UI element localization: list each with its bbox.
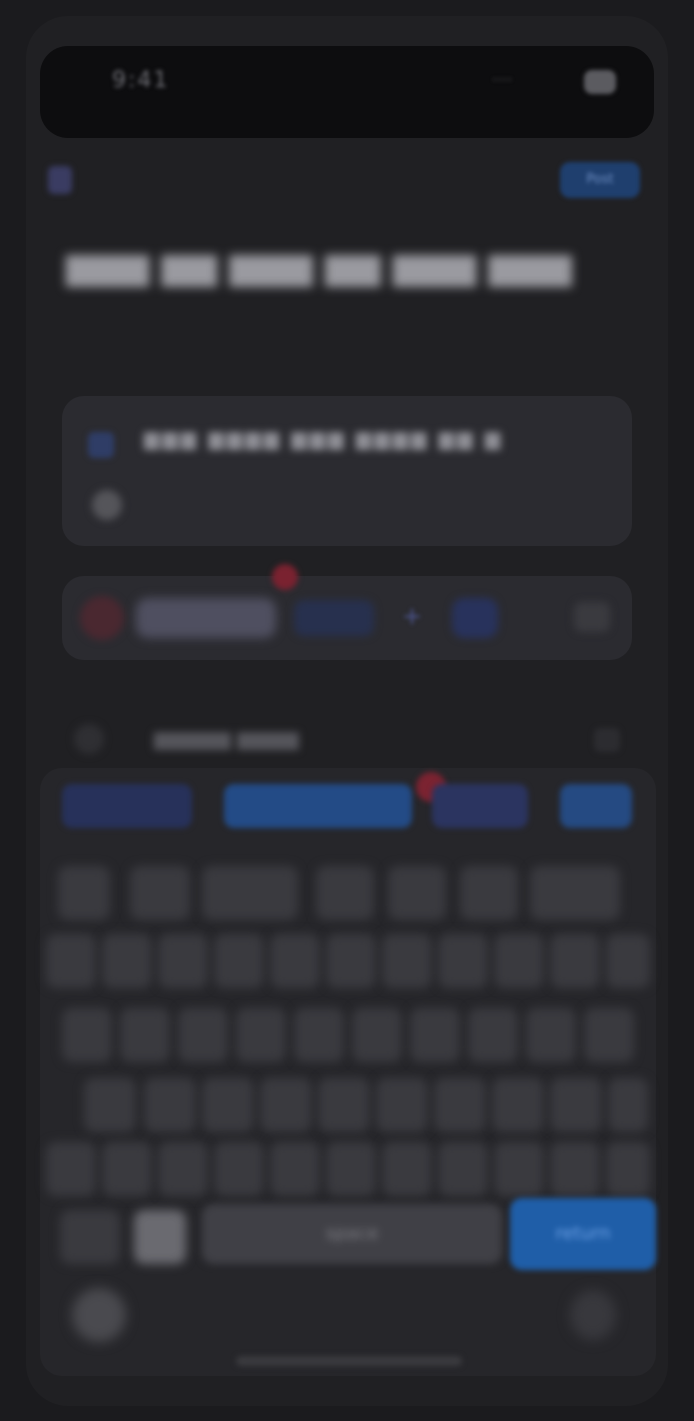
key[interactable] — [584, 1008, 634, 1062]
suggestion-text: ▆▆▆▆▆ ▆▆▆▆ — [154, 726, 299, 750]
key[interactable] — [202, 1078, 254, 1132]
key[interactable] — [46, 934, 96, 988]
media-chip[interactable] — [136, 598, 276, 638]
key[interactable] — [550, 1142, 600, 1196]
key[interactable] — [468, 1008, 518, 1062]
key[interactable] — [316, 866, 374, 920]
phone-screen: 9:41 ···· Post ▆▆▆ ▆▆ ▆▆▆ ▆▆ ▆▆▆ ▆▆▆ ▆▆▆… — [26, 16, 668, 1406]
key[interactable] — [352, 1008, 402, 1062]
key[interactable] — [158, 934, 208, 988]
prediction-2[interactable] — [224, 784, 412, 828]
sparkle-icon[interactable] — [92, 490, 122, 520]
compose-card[interactable]: ▆▆▆ ▆▆▆▆ ▆▆▆ ▆▆▆▆ ▆▆ ▆ — [62, 396, 632, 546]
key[interactable] — [526, 1008, 576, 1062]
microphone-icon[interactable] — [570, 1290, 616, 1340]
home-indicator — [236, 1356, 462, 1366]
page-title: ▆▆▆ ▆▆ ▆▆▆ ▆▆ ▆▆▆ ▆▆▆ — [66, 246, 572, 287]
key[interactable] — [58, 866, 110, 920]
key[interactable] — [492, 1078, 544, 1132]
key[interactable] — [158, 1142, 208, 1196]
on-screen-keyboard: space return — [40, 768, 656, 1376]
key[interactable] — [326, 934, 376, 988]
prediction-4[interactable] — [560, 784, 632, 828]
text-icon — [88, 432, 114, 458]
back-icon[interactable] — [48, 166, 72, 194]
key[interactable] — [84, 1078, 136, 1132]
location-icon[interactable] — [452, 598, 498, 638]
backspace-key[interactable] — [606, 1142, 650, 1196]
globe-icon[interactable] — [72, 1288, 126, 1342]
status-time: 9:41 — [112, 68, 170, 93]
record-icon[interactable] — [80, 596, 124, 640]
more-icon[interactable] — [574, 602, 610, 632]
key[interactable] — [608, 1078, 648, 1132]
key[interactable] — [410, 1008, 460, 1062]
key[interactable] — [326, 1142, 376, 1196]
key[interactable] — [102, 934, 152, 988]
key[interactable] — [530, 866, 620, 920]
battery-icon — [584, 70, 616, 94]
space-bar[interactable]: space — [202, 1204, 502, 1264]
key[interactable] — [438, 934, 488, 988]
close-icon[interactable] — [594, 728, 620, 752]
key[interactable] — [376, 1078, 428, 1132]
key[interactable] — [130, 866, 190, 920]
suggestion-row[interactable]: ▆▆▆▆▆ ▆▆▆▆ — [64, 710, 634, 770]
key[interactable] — [214, 934, 264, 988]
numbers-key[interactable] — [60, 1210, 120, 1264]
compose-input[interactable]: ▆▆▆ ▆▆▆▆ ▆▆▆ ▆▆▆▆ ▆▆ ▆ — [144, 426, 503, 450]
key[interactable] — [236, 1008, 286, 1062]
key[interactable] — [214, 1142, 264, 1196]
emoji-icon[interactable] — [134, 1210, 186, 1264]
key[interactable] — [120, 1008, 170, 1062]
plus-icon[interactable]: + — [402, 602, 422, 630]
key[interactable] — [494, 1142, 544, 1196]
avatar — [74, 724, 104, 754]
key[interactable] — [318, 1078, 370, 1132]
tag-button[interactable] — [294, 600, 374, 636]
carrier-label: ···· — [492, 70, 513, 89]
notification-badge — [272, 564, 298, 590]
key[interactable] — [270, 934, 320, 988]
key[interactable] — [62, 1008, 112, 1062]
key[interactable] — [144, 1078, 196, 1132]
key[interactable] — [382, 934, 432, 988]
prediction-3[interactable] — [432, 784, 528, 828]
key[interactable] — [270, 1142, 320, 1196]
return-key[interactable]: return — [510, 1198, 656, 1270]
key[interactable] — [178, 1008, 228, 1062]
key[interactable] — [202, 866, 298, 920]
key[interactable] — [102, 1142, 152, 1196]
key[interactable] — [382, 1142, 432, 1196]
key[interactable] — [606, 934, 650, 988]
shift-key[interactable] — [46, 1142, 96, 1196]
key[interactable] — [550, 1078, 602, 1132]
key[interactable] — [438, 1142, 488, 1196]
post-button[interactable]: Post — [560, 162, 640, 198]
prediction-1[interactable] — [62, 784, 192, 828]
key[interactable] — [494, 934, 544, 988]
key[interactable] — [434, 1078, 486, 1132]
key[interactable] — [460, 866, 518, 920]
status-bar: 9:41 ···· — [40, 46, 654, 138]
key[interactable] — [388, 866, 446, 920]
key[interactable] — [550, 934, 600, 988]
key[interactable] — [294, 1008, 344, 1062]
compose-toolbar: + — [62, 564, 632, 660]
key[interactable] — [260, 1078, 312, 1132]
